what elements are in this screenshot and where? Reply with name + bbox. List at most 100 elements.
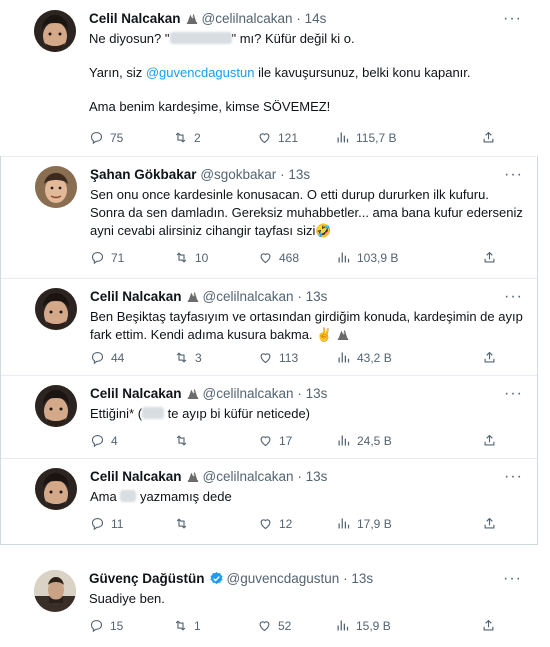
tweet-text-part: Ama xyxy=(90,489,121,504)
author-name[interactable]: Celil Nalcakan xyxy=(90,386,182,401)
more-icon[interactable]: ··· xyxy=(504,288,523,306)
more-icon[interactable]: ··· xyxy=(504,385,523,403)
retweet-button[interactable]: 10 xyxy=(174,250,208,265)
views-button[interactable]: 24,5 B xyxy=(336,433,392,448)
reply-button[interactable]: 75 xyxy=(89,130,123,145)
tweet-card[interactable]: Celil Nalcakan @celilnalcakan · 13s ··· E… xyxy=(0,375,538,459)
author-handle[interactable]: @celilnalcakan xyxy=(203,386,294,401)
reply-count: 71 xyxy=(111,250,125,265)
views-button[interactable]: 115,7 B xyxy=(335,130,396,145)
views-button[interactable]: 17,9 B xyxy=(336,516,392,531)
retweet-button[interactable] xyxy=(174,516,195,531)
tweet-card[interactable]: Celil Nalcakan @celilnalcakan · 13s ··· A… xyxy=(0,458,538,545)
censored-word xyxy=(169,32,232,44)
share-button[interactable] xyxy=(482,350,503,365)
timestamp[interactable]: 13s xyxy=(288,167,310,182)
share-button[interactable] xyxy=(481,618,502,633)
reply-icon xyxy=(90,516,105,531)
timestamp[interactable]: 13s xyxy=(306,289,328,304)
views-count: 15,9 B xyxy=(356,618,391,633)
avatar[interactable] xyxy=(35,385,77,427)
timestamp[interactable]: 13s xyxy=(306,469,328,484)
like-count: 113 xyxy=(279,350,299,365)
retweet-button[interactable] xyxy=(174,433,195,448)
timestamp[interactable]: 13s xyxy=(351,571,373,586)
author-handle[interactable]: @celilnalcakan xyxy=(202,11,293,26)
like-icon xyxy=(257,618,272,633)
tweet-card[interactable]: Güvenç Dağüstün @guvencdagustun · 13s ···… xyxy=(0,560,536,646)
share-button[interactable] xyxy=(482,250,503,265)
retweet-button[interactable]: 2 xyxy=(173,130,201,145)
tweet-content: Celil Nalcakan @celilnalcakan · 13s ··· B… xyxy=(90,288,523,344)
tweet-content: Şahan Gökbakar @sgokbakar · 13s ··· Sen … xyxy=(90,166,523,240)
author-name[interactable]: Şahan Gökbakar xyxy=(90,167,197,182)
tweet-text-part: ile kavuşursunuz, belki konu kapanır. xyxy=(254,65,471,80)
retweet-count: 1 xyxy=(194,618,201,633)
tweet-text: Ama yazmamış dede xyxy=(90,488,523,506)
reply-count: 11 xyxy=(111,516,124,531)
separator-dot: · xyxy=(297,289,302,304)
like-count: 12 xyxy=(279,516,293,531)
more-icon[interactable]: ··· xyxy=(503,570,522,588)
mention-link[interactable]: @guvencdagustun xyxy=(146,65,255,80)
avatar[interactable] xyxy=(35,468,77,510)
action-bar: 71 10 468 103,9 B xyxy=(90,250,507,268)
share-button[interactable] xyxy=(482,516,503,531)
avatar[interactable] xyxy=(34,570,76,612)
author-name[interactable]: Celil Nalcakan xyxy=(90,469,182,484)
share-button[interactable] xyxy=(482,433,503,448)
reply-icon xyxy=(89,618,104,633)
separator-dot: · xyxy=(280,167,285,182)
author-name[interactable]: Güvenç Dağüstün xyxy=(89,571,205,586)
author-name[interactable]: Celil Nalcakan xyxy=(89,11,181,26)
timestamp[interactable]: 14s xyxy=(305,11,327,26)
avatar[interactable] xyxy=(35,166,77,208)
author-name[interactable]: Celil Nalcakan xyxy=(90,289,182,304)
tweet-text: Suadiye ben. xyxy=(89,591,165,606)
like-button[interactable]: 468 xyxy=(258,250,299,265)
timestamp[interactable]: 13s xyxy=(306,386,328,401)
like-button[interactable]: 17 xyxy=(258,433,292,448)
tweet-card[interactable]: Celil Nalcakan @celilnalcakan · 13s ··· B… xyxy=(0,278,538,376)
retweet-button[interactable]: 1 xyxy=(173,618,201,633)
reply-button[interactable]: 11 xyxy=(90,516,123,531)
share-button[interactable] xyxy=(481,130,502,145)
more-icon[interactable]: ··· xyxy=(503,10,522,28)
tweet-card[interactable]: Celil Nalcakan @celilnalcakan · 14s ··· N… xyxy=(0,0,536,157)
like-button[interactable]: 113 xyxy=(258,350,298,365)
author-handle[interactable]: @sgokbakar xyxy=(200,167,276,182)
like-count: 52 xyxy=(278,618,292,633)
avatar[interactable] xyxy=(35,288,77,330)
reply-icon xyxy=(90,433,105,448)
reply-button[interactable]: 44 xyxy=(90,350,124,365)
separator-dot: · xyxy=(297,469,302,484)
views-button[interactable]: 103,9 B xyxy=(336,250,398,265)
author-handle[interactable]: @guvencdagustun xyxy=(227,571,340,586)
reply-button[interactable]: 15 xyxy=(89,618,123,633)
more-icon[interactable]: ··· xyxy=(504,468,523,486)
like-icon xyxy=(257,130,272,145)
like-icon xyxy=(258,350,273,365)
tweet-card[interactable]: Şahan Gökbakar @sgokbakar · 13s ··· Sen … xyxy=(0,156,538,279)
retweet-button[interactable]: 3 xyxy=(174,350,202,365)
reply-button[interactable]: 4 xyxy=(90,433,118,448)
author-handle[interactable]: @celilnalcakan xyxy=(203,469,294,484)
views-button[interactable]: 15,9 B xyxy=(335,618,391,633)
reply-button[interactable]: 71 xyxy=(90,250,124,265)
tweet-text-part: Ben Beşiktaş tayfasıyım ve ortasından gi… xyxy=(90,309,523,342)
tweet-header: Celil Nalcakan @celilnalcakan · 13s xyxy=(90,288,523,306)
tweet-text: Ettiğini* ( te ayıp bi küfür neticede) xyxy=(90,405,523,423)
reply-icon xyxy=(90,250,105,265)
avatar[interactable] xyxy=(34,10,76,52)
views-icon xyxy=(335,618,350,633)
retweet-icon xyxy=(173,618,188,633)
more-icon[interactable]: ··· xyxy=(504,166,523,184)
share-icon xyxy=(481,130,496,145)
like-button[interactable]: 52 xyxy=(257,618,291,633)
share-icon xyxy=(482,350,497,365)
author-handle[interactable]: @celilnalcakan xyxy=(203,289,294,304)
like-button[interactable]: 121 xyxy=(257,130,298,145)
like-button[interactable]: 12 xyxy=(258,516,292,531)
views-button[interactable]: 43,2 B xyxy=(336,350,392,365)
separator-dot: · xyxy=(296,11,301,26)
